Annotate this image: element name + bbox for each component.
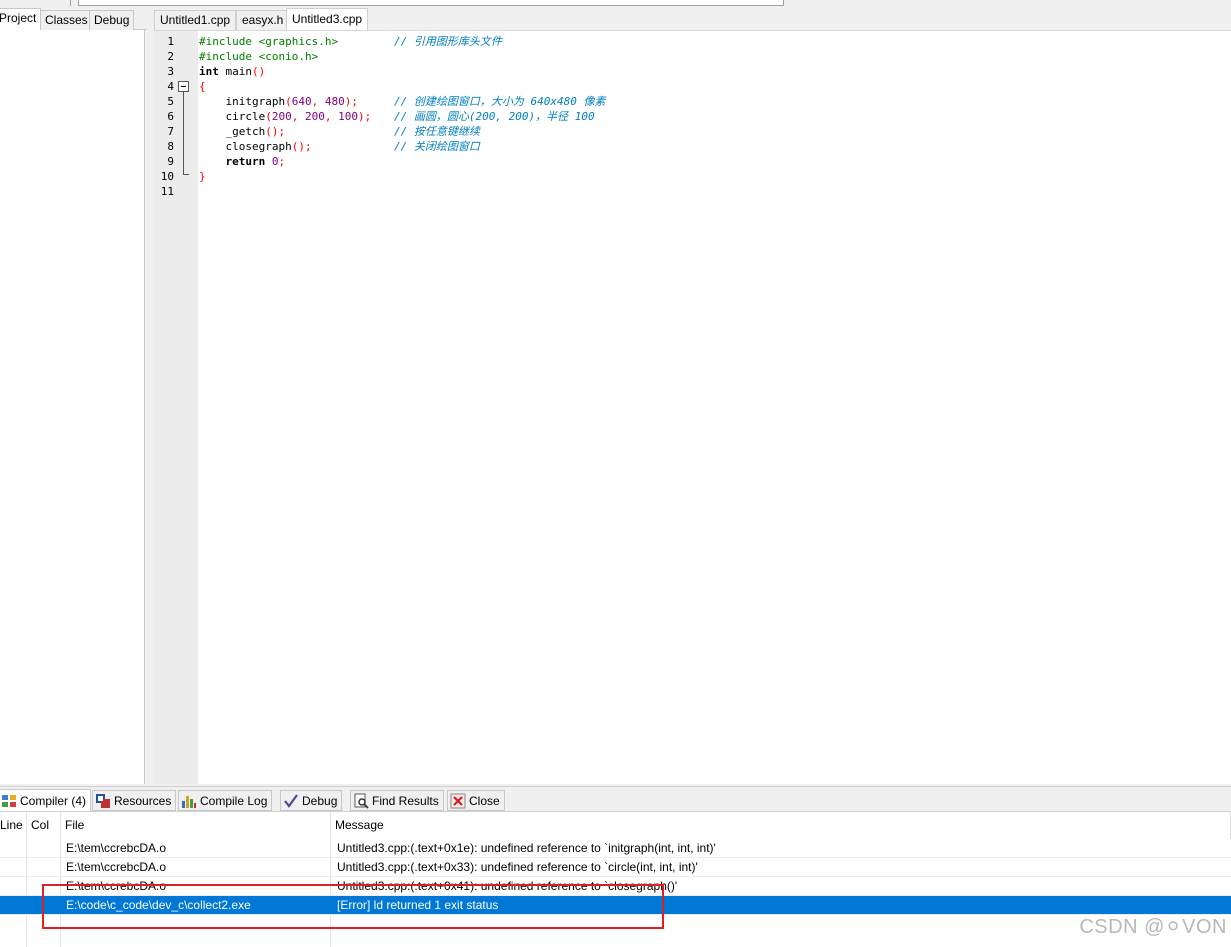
code-line: circle(200, 200, 100); — [199, 110, 372, 123]
line-number: 11 — [160, 185, 174, 198]
code-line: return 0; — [199, 155, 286, 168]
column-header-message[interactable]: Message — [331, 812, 1231, 839]
code-line: int main() — [199, 65, 266, 78]
line-number: 9 — [167, 155, 174, 168]
line-number: 2 — [167, 50, 174, 63]
code-comment: // 创建绘图窗口，大小为 640x480 像素 — [394, 95, 606, 108]
fold-collapse-icon[interactable] — [178, 81, 189, 92]
project-panel-tabs: Project Classes Debug — [0, 8, 147, 31]
toolbar-separator — [70, 0, 71, 6]
cell-file: E:\tem\ccrebcDA.o — [66, 860, 167, 874]
column-header-line[interactable]: Line — [0, 812, 27, 839]
column-header-col[interactable]: Col — [27, 812, 61, 839]
editor-tabs: Untitled1.cpp easyx.h Untitled3.cpp — [154, 8, 1231, 30]
tab-classes[interactable]: Classes — [40, 10, 93, 30]
code-line: { — [199, 80, 206, 93]
code-line: closegraph(); — [199, 140, 312, 153]
line-number: 7 — [167, 125, 174, 138]
project-tree[interactable] — [0, 30, 145, 784]
column-header-file[interactable]: File — [61, 812, 331, 839]
tab-close[interactable]: Close — [447, 790, 505, 811]
line-number: 5 — [167, 95, 174, 108]
line-number-gutter: 1 2 3 4 5 6 7 8 9 10 11 — [154, 31, 198, 784]
tab-project[interactable]: Project — [0, 8, 42, 31]
code-line: } — [199, 170, 206, 183]
debug-check-icon — [283, 793, 299, 809]
code-comment: // 画圆，圆心(200, 200)，半径 100 — [394, 110, 595, 123]
code-line: initgraph(640, 480); — [199, 95, 358, 108]
tab-find-results-label: Find Results — [372, 793, 439, 808]
code-comment: // 引用图形库头文件 — [394, 35, 502, 48]
tab-untitled1-cpp[interactable]: Untitled1.cpp — [154, 10, 237, 30]
tab-debug[interactable]: Debug — [89, 10, 135, 30]
tab-close-label: Close — [469, 793, 500, 808]
cell-line — [0, 858, 26, 877]
cell-line — [0, 896, 26, 915]
line-number: 1 — [167, 35, 174, 48]
tab-compile-log-label: Compile Log — [200, 793, 268, 808]
tab-find-results[interactable]: Find Results — [350, 790, 444, 811]
cell-line — [0, 839, 26, 858]
fold-guide-end — [183, 174, 189, 175]
line-number: 3 — [167, 65, 174, 78]
tab-resources-label: Resources — [114, 793, 172, 808]
code-comment: // 关闭绘图窗口 — [394, 140, 480, 153]
tab-compiler-label: Compiler (4) — [20, 793, 87, 808]
code-line: #include <conio.h> — [199, 50, 319, 63]
cell-col — [27, 839, 60, 858]
table-row[interactable]: E:\tem\ccrebcDA.o Untitled3.cpp:(.text+0… — [0, 839, 1231, 858]
close-icon — [450, 793, 466, 809]
code-line: _getch(); — [199, 125, 286, 138]
find-results-icon — [353, 793, 369, 809]
cell-line — [0, 877, 26, 896]
tab-debug-panel-label: Debug — [302, 793, 338, 808]
tab-untitled3-cpp[interactable]: Untitled3.cpp — [286, 8, 369, 30]
bottom-panel-tabs: Compiler (4) Resources Compile Log Debug… — [0, 786, 1231, 812]
line-number: 10 — [160, 170, 174, 183]
resources-icon — [95, 793, 111, 809]
line-number: 6 — [167, 110, 174, 123]
tab-debug-panel[interactable]: Debug — [280, 790, 343, 811]
code-comment: // 按任意键继续 — [394, 125, 480, 138]
watermark: CSDN @⚪VON — [1079, 916, 1227, 938]
fold-guide — [183, 92, 184, 175]
tab-resources[interactable]: Resources — [92, 790, 177, 811]
cell-file: E:\tem\ccrebcDA.o — [66, 841, 167, 855]
tab-easyx-h[interactable]: easyx.h — [236, 10, 290, 30]
line-number: 8 — [167, 140, 174, 153]
compile-log-chart-icon — [181, 793, 197, 809]
tab-compile-log[interactable]: Compile Log — [178, 790, 273, 811]
error-highlight-annotation — [42, 884, 664, 929]
tab-compiler[interactable]: Compiler (4) — [0, 789, 92, 812]
cell-message: Untitled3.cpp:(.text+0x33): undefined re… — [337, 860, 698, 874]
compiler-grid-icon — [1, 793, 17, 809]
toolbar-combo-remnant[interactable] — [78, 0, 784, 6]
code-line: #include <graphics.h> — [199, 35, 339, 48]
cell-col — [27, 858, 60, 877]
table-row[interactable]: E:\tem\ccrebcDA.o Untitled3.cpp:(.text+0… — [0, 858, 1231, 877]
project-panel: Project Classes Debug — [0, 8, 147, 784]
toolbar-remnant — [0, 0, 1231, 8]
code-text-area[interactable]: #include <graphics.h> // 引用图形库头文件 #inclu… — [198, 31, 1231, 784]
cell-message: Untitled3.cpp:(.text+0x1e): undefined re… — [337, 841, 716, 855]
code-editor[interactable]: 1 2 3 4 5 6 7 8 9 10 11 #include <graphi… — [154, 30, 1231, 784]
line-number: 4 — [167, 80, 174, 93]
